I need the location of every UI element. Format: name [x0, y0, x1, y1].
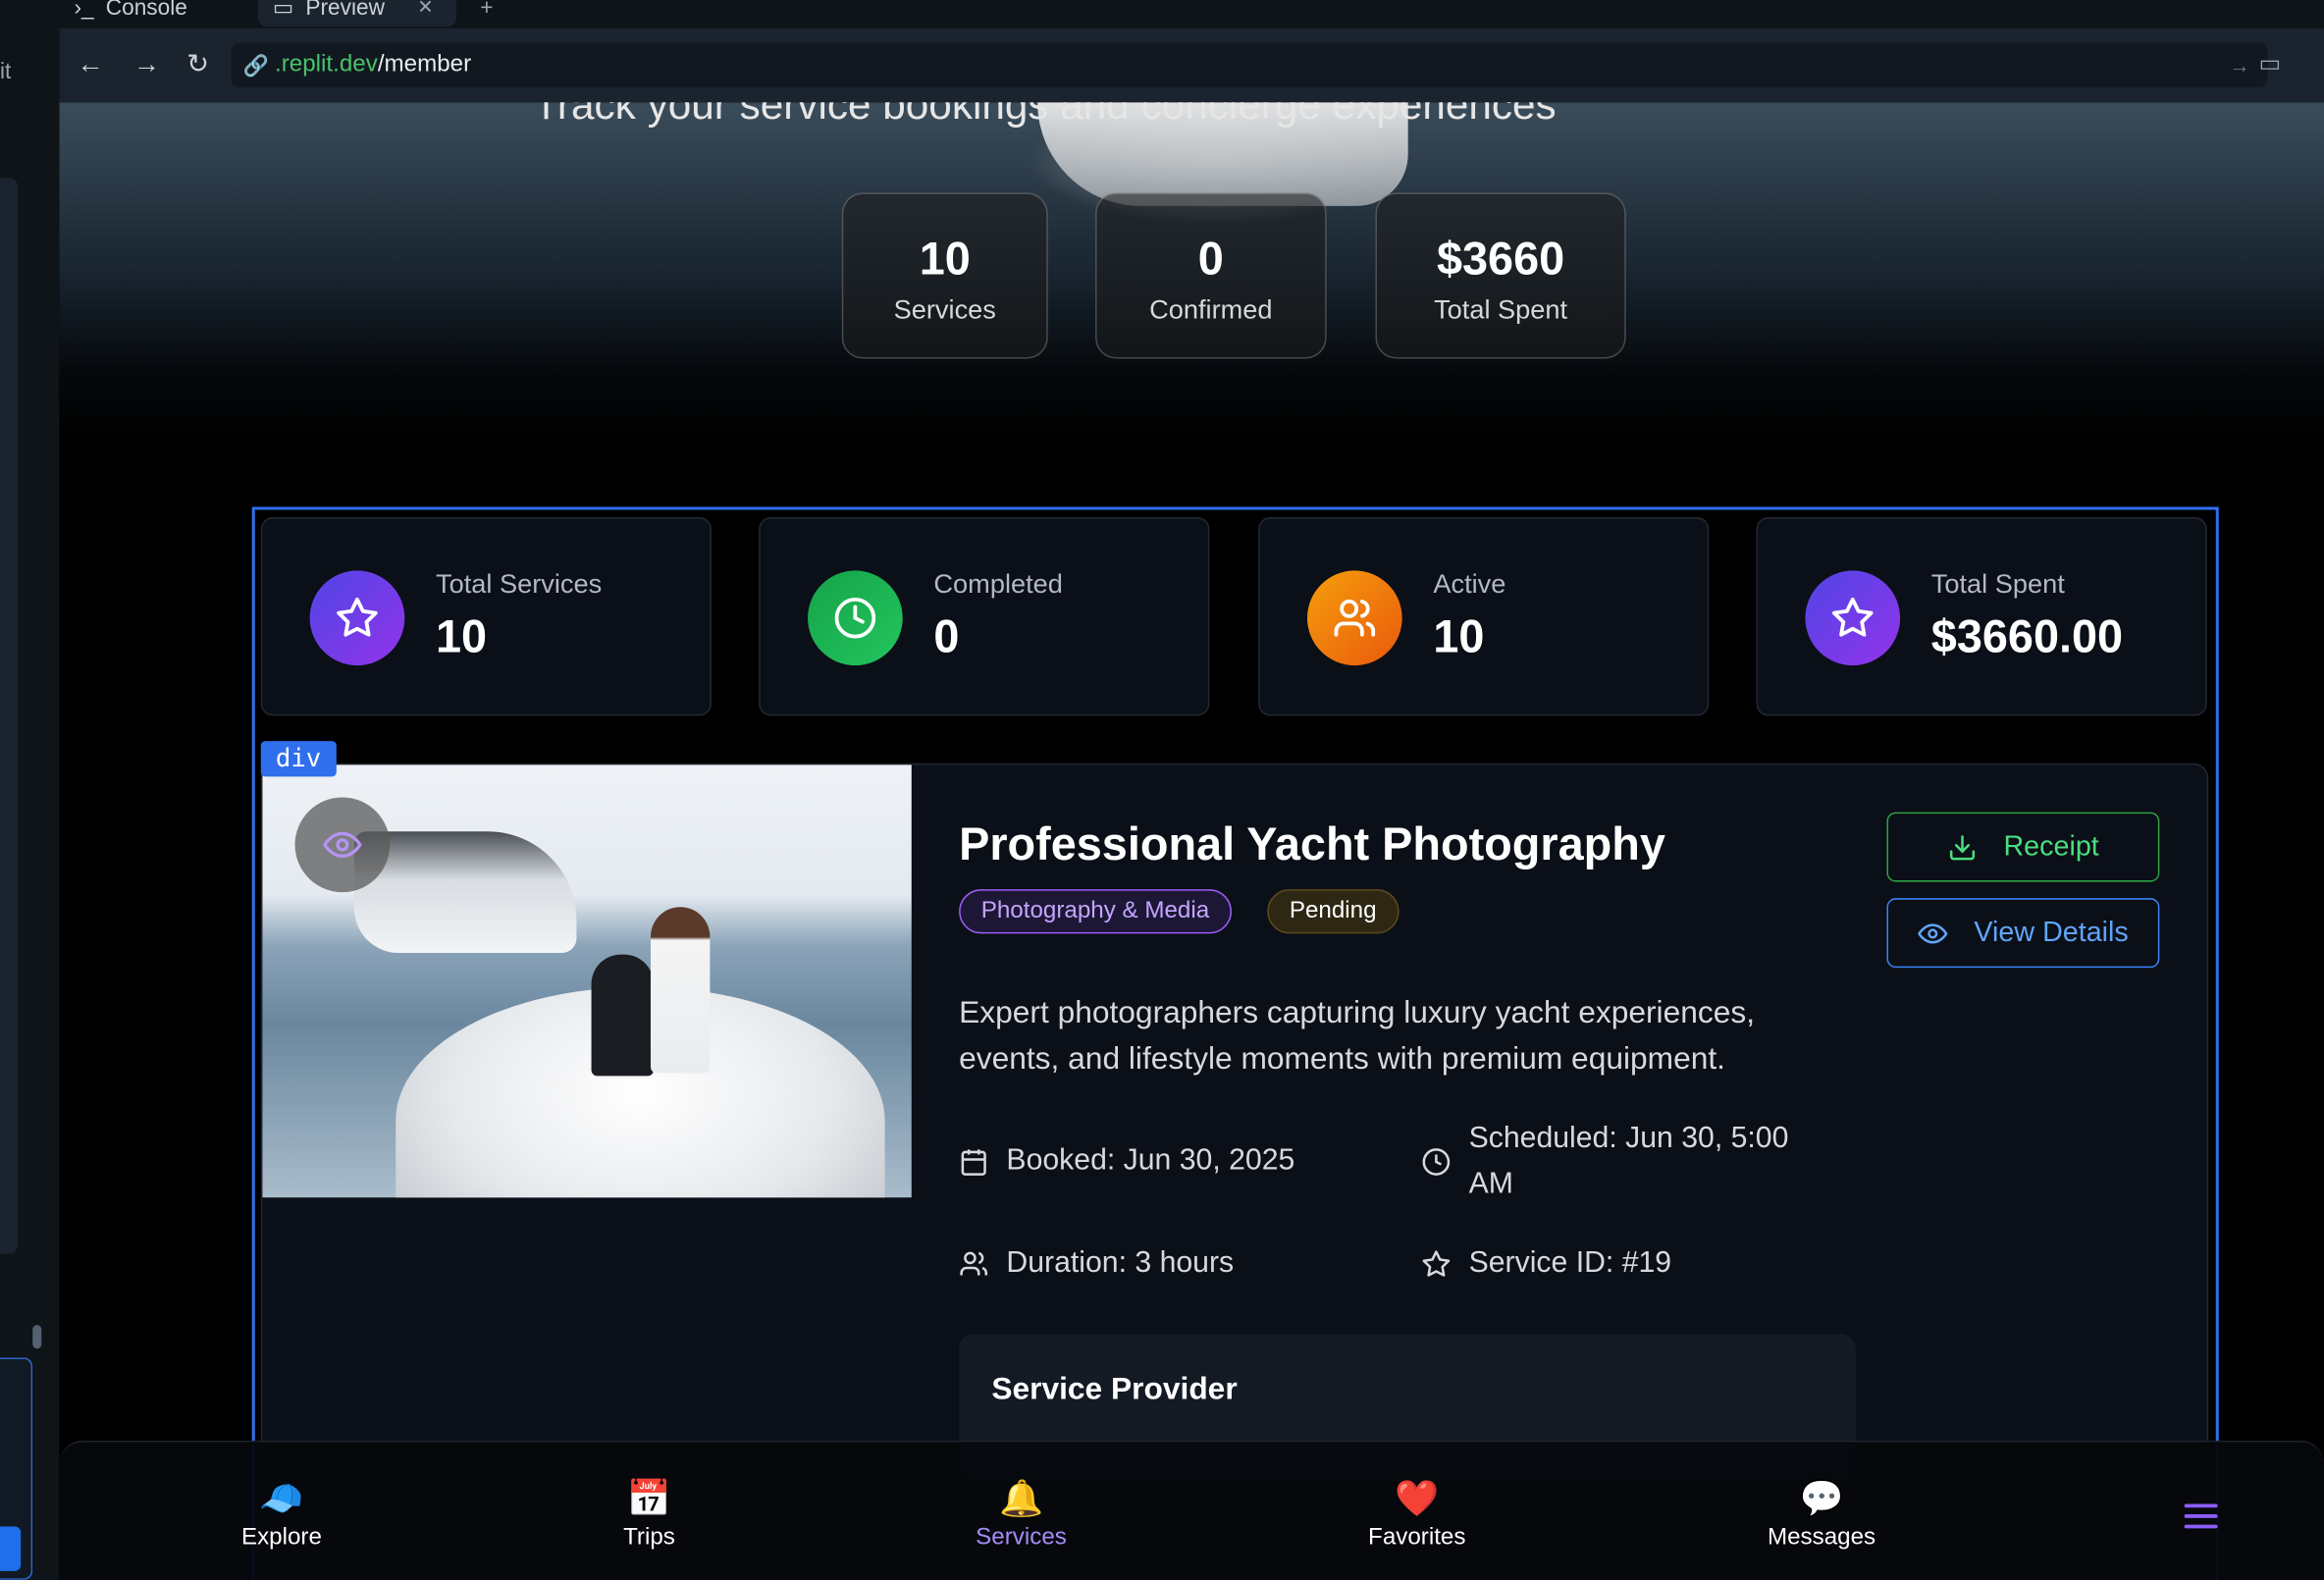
clock-icon	[1422, 1148, 1451, 1176]
photo-person	[591, 954, 654, 1077]
summary-card-total-services: Total Services 10	[260, 517, 712, 716]
tab-console[interactable]: ›_ Console	[75, 0, 252, 26]
service-description: Expert photographers capturing luxury ya…	[959, 995, 1756, 1077]
card-value: 10	[435, 610, 488, 663]
calendar-icon	[961, 1149, 986, 1176]
menu-icon[interactable]	[2184, 1501, 2219, 1539]
nav-label: Services	[976, 1524, 1067, 1551]
card-label: Active	[1433, 568, 1506, 600]
hero-stat-value: 0	[1197, 233, 1224, 285]
chat-icon: 💬	[1799, 1479, 1844, 1519]
nav-label: Trips	[623, 1524, 675, 1551]
preview-eye-button[interactable]	[294, 797, 391, 893]
nav-explore[interactable]: 🧢 Explore	[163, 1475, 400, 1553]
service-provider-title: Service Provider	[991, 1372, 1238, 1407]
terminal-icon: ›_	[74, 0, 94, 21]
nav-services[interactable]: 🔔 Services	[903, 1475, 1140, 1553]
heart-icon: ❤️	[1395, 1479, 1440, 1519]
bottom-nav: 🧢 Explore 📅 Trips 🔔 Services ❤️ Favorite…	[59, 1440, 2324, 1580]
hero-stat-label: Total Spent	[1434, 294, 1568, 325]
category-badge: Photography & Media	[959, 889, 1232, 934]
service-id-text: Service ID: #19	[1468, 1246, 1672, 1280]
url-input[interactable]: 🔗 .replit.dev /member →	[231, 42, 2268, 88]
scrollbar-handle[interactable]	[32, 1325, 42, 1349]
star-icon	[309, 570, 405, 666]
card-label: Completed	[933, 568, 1063, 600]
tab-preview-label: Preview	[305, 0, 385, 21]
card-value: 10	[1433, 610, 1485, 663]
scheduled-date-text: Scheduled: Jun 30, 5:00 AM	[1468, 1122, 1789, 1201]
summary-card-active: Active 10	[1258, 517, 1710, 716]
tab-bar: ›_ Console ▭ Preview ✕ +	[59, 0, 2324, 28]
nav-label: Messages	[1767, 1524, 1876, 1551]
service-title: Professional Yacht Photography	[959, 817, 1665, 870]
booked-date-text: Booked: Jun 30, 2025	[1006, 1143, 1295, 1178]
bell-icon: 🔔	[998, 1479, 1044, 1519]
forward-arrow-icon[interactable]: →	[133, 49, 160, 79]
star-icon	[1805, 570, 1901, 666]
left-strip-text: it	[0, 59, 12, 85]
nav-trips[interactable]: 📅 Trips	[531, 1475, 768, 1553]
duration: Duration: 3 hours	[959, 1240, 1234, 1287]
link-icon: 🔗	[242, 52, 270, 77]
users-icon	[1306, 570, 1402, 666]
hero-stat-value: 10	[919, 233, 971, 285]
back-arrow-icon[interactable]: ←	[78, 49, 104, 79]
view-details-label: View Details	[1974, 917, 2129, 948]
download-icon	[1949, 834, 1975, 860]
screen: it ›_ Console ▭ Preview ✕ + ← → ↻ 🔗 .rep…	[0, 0, 2324, 1580]
eye-icon	[323, 831, 362, 858]
editor-left-strip: it	[0, 0, 60, 1580]
nav-label: Explore	[240, 1524, 322, 1551]
open-external-icon[interactable]: →	[2229, 53, 2249, 77]
nav-messages[interactable]: 💬 Messages	[1703, 1475, 1940, 1553]
status-badge: Pending	[1267, 889, 1400, 934]
run-button[interactable]	[0, 1526, 22, 1571]
reload-icon[interactable]: ↻	[186, 49, 209, 79]
monitor-icon: ▭	[272, 0, 294, 22]
hero-stat-total-spent: $3660 Total Spent	[1375, 192, 1626, 359]
tab-console-label: Console	[105, 0, 187, 21]
booked-date: Booked: Jun 30, 2025	[959, 1138, 1294, 1185]
clock-icon	[808, 570, 903, 666]
devices-icon[interactable]: ▭	[2259, 49, 2282, 79]
card-value: 0	[933, 610, 960, 663]
users-icon	[960, 1251, 988, 1276]
hero-subtitle: Track your service bookings and concierg…	[533, 102, 1557, 128]
captain-hat-icon: 🧢	[259, 1479, 304, 1519]
receipt-label: Receipt	[2003, 830, 2099, 863]
star-icon	[1422, 1250, 1451, 1277]
url-domain: .replit.dev	[275, 51, 378, 78]
address-bar: ← → ↻ 🔗 .replit.dev /member → ▭	[59, 27, 2324, 103]
card-label: Total Services	[435, 568, 603, 600]
summary-card-total-spent: Total Spent $3660.00	[1756, 517, 2207, 716]
view-details-button[interactable]: View Details	[1886, 898, 2160, 969]
eye-icon	[1918, 922, 1948, 943]
hero-stat-label: Confirmed	[1149, 294, 1273, 325]
inspector-element-tag: div	[260, 741, 337, 777]
receipt-button[interactable]: Receipt	[1886, 812, 2160, 882]
calendar-icon: 📅	[626, 1479, 672, 1519]
summary-card-completed: Completed 0	[759, 517, 1210, 716]
service-photo	[262, 764, 912, 1198]
scheduled-date: Scheduled: Jun 30, 5:00 AM	[1421, 1116, 1836, 1208]
new-tab-button[interactable]: +	[480, 0, 501, 26]
hero-banner: Track your service bookings and concierg…	[59, 102, 2324, 444]
nav-favorites[interactable]: ❤️ Favorites	[1298, 1475, 1536, 1553]
editor-panel[interactable]	[0, 178, 19, 1254]
nav-label: Favorites	[1368, 1524, 1466, 1551]
preview-page: Track your service bookings and concierg…	[59, 102, 2324, 1580]
tab-preview[interactable]: ▭ Preview ✕	[257, 0, 457, 27]
duration-text: Duration: 3 hours	[1006, 1246, 1235, 1280]
service-id: Service ID: #19	[1421, 1240, 1671, 1287]
url-path: /member	[377, 51, 472, 78]
card-value: $3660.00	[1930, 610, 2124, 663]
hero-stat-services: 10 Services	[841, 192, 1048, 359]
hero-stat-confirmed: 0 Confirmed	[1095, 192, 1327, 359]
card-label: Total Spent	[1930, 568, 2065, 600]
close-tab-icon[interactable]: ✕	[417, 0, 433, 20]
photo-person	[650, 907, 711, 1074]
hero-stat-label: Services	[893, 294, 996, 325]
hero-stat-value: $3660	[1436, 233, 1565, 285]
